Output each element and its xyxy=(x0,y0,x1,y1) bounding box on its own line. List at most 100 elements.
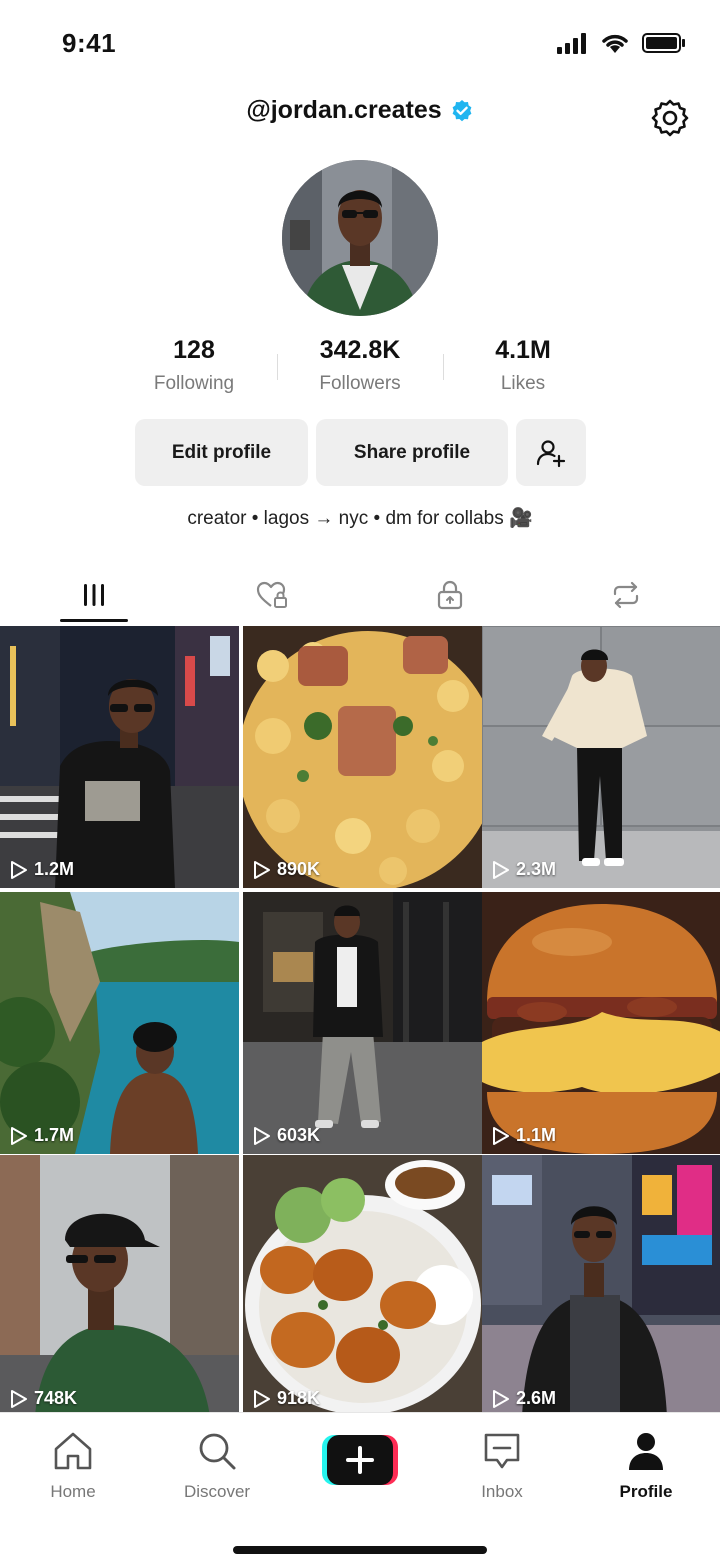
tab-liked[interactable] xyxy=(182,566,362,624)
nav-discover[interactable]: Discover xyxy=(162,1429,272,1502)
view-count: 603K xyxy=(253,1125,320,1146)
status-icons xyxy=(556,32,686,54)
status-time: 9:41 xyxy=(62,28,117,58)
profile-bio: creator • lagos → nyc • dm for collabs 🎥 xyxy=(187,508,533,529)
play-icon xyxy=(254,860,270,879)
nav-inbox[interactable]: Inbox xyxy=(447,1429,557,1502)
thumbnail-image xyxy=(243,626,482,888)
profile-handle: @jordan.creates xyxy=(246,96,442,124)
play-icon xyxy=(493,1389,509,1408)
play-icon xyxy=(254,1126,270,1145)
thumbnail-image xyxy=(243,892,482,1154)
view-count: 890K xyxy=(253,859,320,880)
home-indicator xyxy=(233,1546,487,1554)
likes-count: 4.1M xyxy=(495,336,551,364)
play-icon xyxy=(11,860,27,879)
following-label: Following xyxy=(153,373,235,394)
bottom-nav: Home Discover Inbox Profile xyxy=(0,1412,720,1568)
play-icon xyxy=(493,860,509,879)
repost-icon xyxy=(613,581,639,609)
add-friend-button[interactable] xyxy=(516,419,586,486)
thumbnail-image xyxy=(0,892,239,1154)
view-count-label: 1.7M xyxy=(34,1125,75,1145)
view-count-label: 2.3M xyxy=(516,859,557,879)
followers-label: Followers xyxy=(319,373,401,394)
share-profile-button[interactable]: Share profile xyxy=(316,419,508,486)
view-count: 2.6M xyxy=(492,1388,556,1409)
home-icon xyxy=(54,1432,92,1470)
profile-icon xyxy=(629,1433,663,1470)
thumbnail-image xyxy=(0,626,239,888)
nav-home-label: Home xyxy=(50,1482,96,1501)
create-plus-button[interactable] xyxy=(322,1435,398,1485)
play-icon xyxy=(11,1126,27,1145)
add-user-icon xyxy=(536,439,566,467)
view-count-label: 2.6M xyxy=(516,1388,557,1408)
video-thumbnail[interactable]: 2.6M xyxy=(482,1155,720,1417)
status-bar: 9:41 xyxy=(0,0,720,90)
wifi-icon xyxy=(602,34,628,53)
avatar-photo xyxy=(282,160,438,316)
active-tab-indicator xyxy=(60,619,128,622)
signal-icon xyxy=(557,33,586,54)
view-count-label: 918K xyxy=(277,1388,321,1408)
view-count: 2.3M xyxy=(492,859,556,880)
view-count-label: 1.2M xyxy=(34,859,75,879)
avatar[interactable] xyxy=(282,160,438,316)
inbox-icon xyxy=(484,1433,520,1469)
heart-lock-icon xyxy=(256,581,287,608)
video-thumbnail[interactable]: 1.1M xyxy=(482,892,720,1154)
followers-count: 342.8K xyxy=(319,336,401,364)
video-grid: 1.2M 890K 2.3M 1.7M 603K 1.1M 748K 918K … xyxy=(0,626,720,1417)
video-thumbnail[interactable]: 918K xyxy=(243,1155,482,1417)
tab-private[interactable] xyxy=(360,566,540,624)
view-count-label: 1.1M xyxy=(516,1125,557,1145)
view-count-label: 890K xyxy=(277,859,321,879)
view-count: 748K xyxy=(10,1388,77,1409)
tab-reposts[interactable] xyxy=(536,566,716,624)
video-thumbnail[interactable]: 1.2M xyxy=(0,626,239,888)
video-thumbnail[interactable]: 1.7M xyxy=(0,892,239,1154)
view-count-label: 748K xyxy=(34,1388,78,1408)
nav-discover-label: Discover xyxy=(183,1482,251,1501)
view-count: 1.1M xyxy=(492,1125,556,1146)
handle-wrap: @jordan.creates xyxy=(0,96,720,125)
video-thumbnail[interactable]: 2.3M xyxy=(482,626,720,888)
video-thumbnail[interactable]: 748K xyxy=(0,1155,239,1417)
thumbnail-image xyxy=(482,892,720,1154)
play-icon xyxy=(11,1389,27,1408)
play-icon xyxy=(493,1126,509,1145)
stat-divider xyxy=(277,354,278,380)
thumbnail-image xyxy=(0,1155,239,1417)
thumbnail-image xyxy=(482,1155,720,1417)
profile-tabs xyxy=(0,566,720,624)
view-count: 1.2M xyxy=(10,859,74,880)
nav-home[interactable]: Home xyxy=(18,1429,128,1502)
likes-label: Likes xyxy=(500,373,546,394)
nav-inbox-label: Inbox xyxy=(481,1482,523,1501)
thumbnail-image xyxy=(243,1155,482,1417)
tab-videos[interactable] xyxy=(4,566,184,624)
search-icon xyxy=(199,1433,236,1470)
stat-following[interactable]: 128 Following xyxy=(124,336,264,395)
profile-stats: 128 Following 342.8K Followers 4.1M Like… xyxy=(0,336,720,406)
stat-likes[interactable]: 4.1M Likes xyxy=(453,336,593,395)
thumbnail-image xyxy=(482,626,720,888)
play-icon xyxy=(254,1389,270,1408)
nav-profile[interactable]: Profile xyxy=(591,1429,701,1502)
view-count: 1.7M xyxy=(10,1125,74,1146)
grid-icon xyxy=(84,584,104,606)
profile-header: @jordan.creates xyxy=(0,96,720,138)
video-thumbnail[interactable]: 890K xyxy=(243,626,482,888)
battery-icon xyxy=(642,33,685,53)
view-count: 918K xyxy=(253,1388,320,1409)
stat-divider xyxy=(443,354,444,380)
verified-badge-icon xyxy=(452,99,472,121)
nav-profile-label: Profile xyxy=(619,1482,673,1501)
following-count: 128 xyxy=(173,336,215,364)
view-count-label: 603K xyxy=(277,1125,321,1145)
video-thumbnail[interactable]: 603K xyxy=(243,892,482,1154)
settings-gear-icon[interactable] xyxy=(650,98,690,138)
edit-profile-button[interactable]: Edit profile xyxy=(135,419,308,486)
stat-followers[interactable]: 342.8K Followers xyxy=(290,336,430,395)
